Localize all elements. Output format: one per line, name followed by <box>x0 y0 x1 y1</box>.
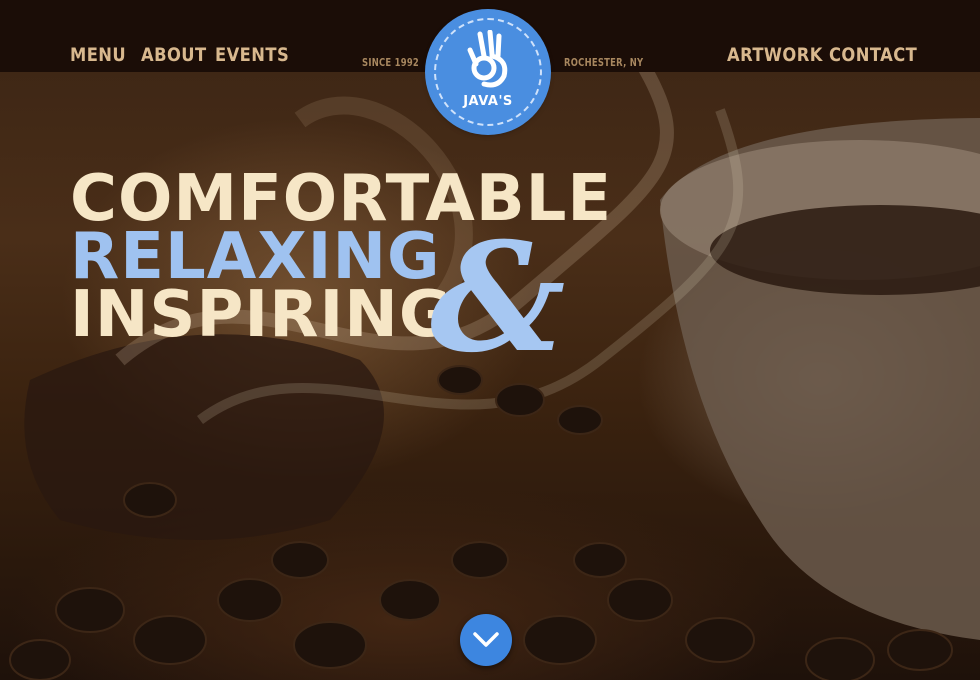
javas-logo[interactable]: JAVA'S <box>428 12 548 132</box>
headline-ampersand: & <box>430 210 566 386</box>
chevron-down-icon <box>473 632 499 647</box>
ok-hand-icon <box>467 30 508 88</box>
nav-contact-link[interactable]: CONTACT <box>829 44 917 66</box>
nav-about-link[interactable]: ABOUT <box>141 44 207 66</box>
nav-artwork-link[interactable]: ARTWORK <box>727 44 823 66</box>
location-text: ROCHESTER, NY <box>564 56 644 69</box>
since-year-text: SINCE 1992 <box>362 56 420 69</box>
logo-name: JAVA'S <box>463 94 513 109</box>
nav-events-link[interactable]: EVENTS <box>215 44 289 66</box>
scroll-down-button[interactable] <box>460 614 512 666</box>
nav-menu-link[interactable]: MENU <box>70 44 126 66</box>
